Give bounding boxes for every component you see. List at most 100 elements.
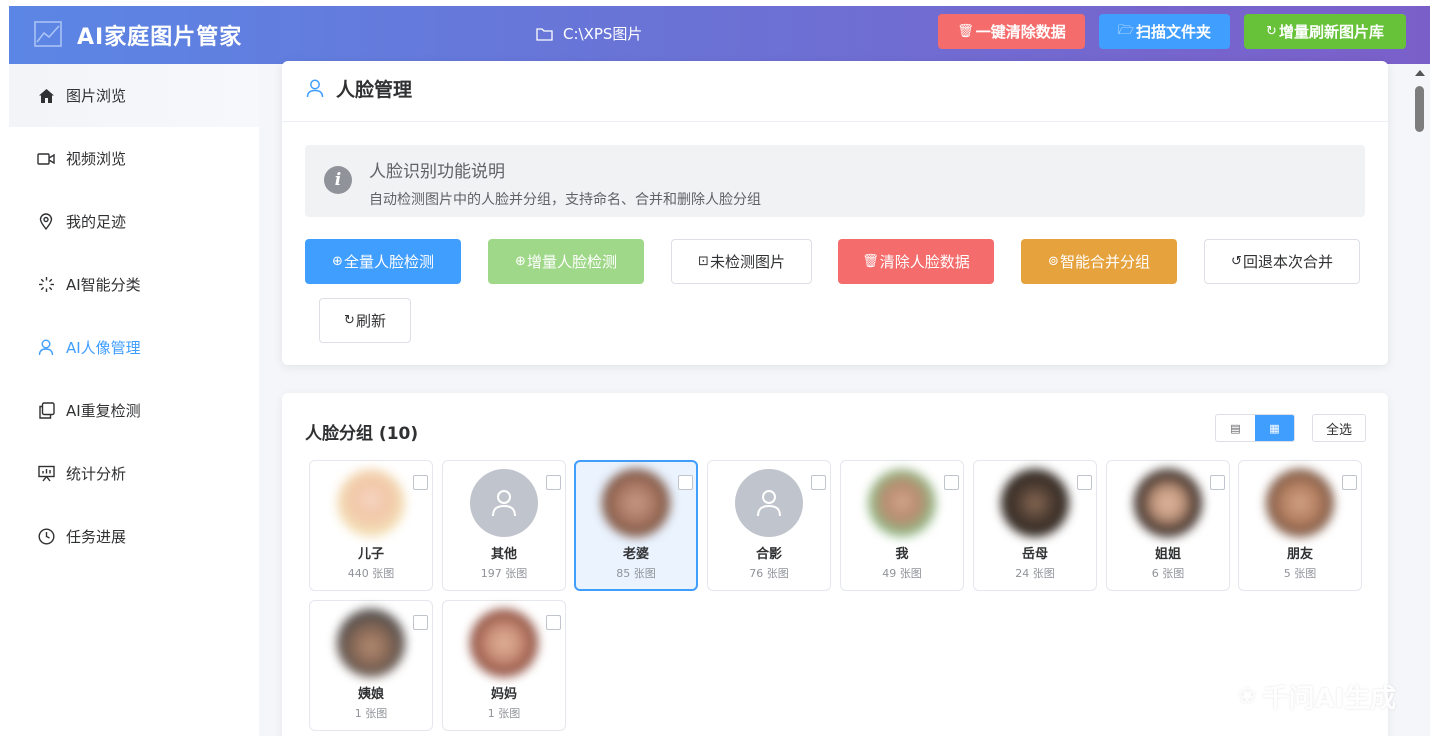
refresh-icon: ↻ — [1266, 24, 1277, 39]
sidebar-item-videos[interactable]: 视频浏览 — [9, 127, 259, 190]
grid-view-icon: ▦ — [1269, 421, 1280, 435]
select-checkbox[interactable] — [1077, 475, 1092, 490]
face-group-card[interactable]: 我 49 张图 — [840, 460, 964, 591]
group-name: 合影 — [755, 547, 782, 562]
select-checkbox[interactable] — [944, 475, 959, 490]
group-name: 姐姐 — [1154, 547, 1181, 562]
select-checkbox[interactable] — [546, 615, 561, 630]
scroll-thumb[interactable] — [1415, 86, 1424, 132]
full-face-detect-button[interactable]: ⊕ 全量人脸检测 — [305, 239, 461, 284]
info-description: 自动检测图片中的人脸并分组，支持命名、合并和删除人脸分组 — [369, 192, 761, 208]
sidebar-item-tasks[interactable]: 任务进展 — [9, 505, 259, 568]
current-folder-path[interactable]: C:\XPS图片 — [536, 23, 642, 44]
sidebar-item-duplicates[interactable]: AI重复检测 — [9, 379, 259, 442]
face-avatar — [1266, 469, 1334, 537]
clear-face-data-button[interactable]: 🗑 清除人脸数据 — [838, 239, 994, 284]
group-count: 1 张图 — [487, 707, 521, 720]
face-group-card[interactable]: 合影 76 张图 — [707, 460, 831, 591]
data-board-icon — [37, 465, 55, 483]
face-group-card[interactable]: 其他 197 张图 — [442, 460, 566, 591]
face-avatar — [1001, 469, 1069, 537]
chart-logo-icon — [34, 21, 62, 47]
top-header: AI家庭图片管家 C:\XPS图片 🗑 一键清除数据 🗁 扫描文件夹 ↻ 增量刷新图片… — [9, 6, 1430, 64]
info-alert: i 人脸识别功能说明 自动检测图片中的人脸并分组，支持命名、合并和删除人脸分组 — [305, 145, 1365, 217]
sidebar-item-label: 我的足迹 — [66, 213, 127, 231]
select-checkbox[interactable] — [413, 615, 428, 630]
face-avatar — [1134, 469, 1202, 537]
undo-merge-button[interactable]: ↺ 回退本次合并 — [1204, 239, 1360, 284]
connection-icon: ⊚ — [1048, 254, 1059, 269]
sidebar-item-footprints[interactable]: 我的足迹 — [9, 190, 259, 253]
sidebar-item-ai-classify[interactable]: AI智能分类 — [9, 253, 259, 316]
app-window: AI家庭图片管家 C:\XPS图片 🗑 一键清除数据 🗁 扫描文件夹 ↻ 增量刷新图片… — [9, 6, 1430, 736]
face-group-card[interactable]: 老婆 85 张图 — [574, 460, 698, 591]
face-group-card[interactable]: 儿子 440 张图 — [309, 460, 433, 591]
folder-path-text: C:\XPS图片 — [563, 25, 643, 43]
grid-view-button[interactable]: ▦ — [1255, 415, 1294, 441]
undetected-images-button[interactable]: ⊡ 未检测图片 — [671, 239, 812, 284]
group-count: 197 张图 — [480, 567, 528, 580]
group-name: 其他 — [490, 547, 517, 562]
select-checkbox[interactable] — [1210, 475, 1225, 490]
sidebar-item-label: 统计分析 — [66, 465, 127, 483]
sidebar-item-statistics[interactable]: 统计分析 — [9, 442, 259, 505]
button-label: 增量人脸检测 — [526, 253, 617, 271]
select-checkbox[interactable] — [811, 475, 826, 490]
trash-icon: 🗑 — [957, 24, 974, 39]
view-mode-toggle: ▤ ▦ — [1215, 414, 1295, 442]
incremental-face-detect-button[interactable]: ⊕ 增量人脸检测 — [488, 239, 644, 284]
select-checkbox[interactable] — [546, 475, 561, 490]
sidebar-item-photos[interactable]: 图片浏览 — [9, 64, 259, 127]
group-count: 6 张图 — [1151, 567, 1185, 580]
face-group-card[interactable]: 姐姐 6 张图 — [1106, 460, 1230, 591]
sidebar-item-label: 视频浏览 — [66, 150, 127, 168]
folder-icon — [536, 27, 553, 41]
list-view-icon: ▤ — [1230, 421, 1241, 435]
clear-all-data-button[interactable]: 🗑 一键清除数据 — [938, 14, 1085, 49]
button-label: 回退本次合并 — [1242, 253, 1333, 271]
scroll-up-arrow-icon[interactable] — [1415, 70, 1425, 76]
face-group-card[interactable]: 朋友 5 张图 — [1238, 460, 1362, 591]
trash-icon: 🗑 — [862, 254, 879, 269]
sidebar-item-ai-portrait[interactable]: AI人像管理 — [9, 316, 259, 379]
face-groups-panel: 人脸分组 (10) ▤ ▦ 全选 儿子 440 张图 其他 197 张图 老婆 … — [282, 393, 1388, 736]
face-avatar — [337, 609, 405, 677]
select-checkbox[interactable] — [678, 475, 693, 490]
user-icon — [306, 79, 324, 98]
group-count: 76 张图 — [749, 567, 789, 580]
face-groups-title: 人脸分组 (10) — [305, 424, 419, 444]
user-icon — [37, 339, 55, 357]
group-count: 85 张图 — [616, 567, 656, 580]
copy-icon — [37, 402, 55, 420]
face-group-card[interactable]: 妈妈 1 张图 — [442, 600, 566, 731]
select-all-button[interactable]: 全选 — [1312, 414, 1366, 442]
info-icon: i — [324, 166, 352, 194]
face-avatar — [735, 469, 803, 537]
video-camera-icon — [37, 150, 55, 168]
select-checkbox[interactable] — [413, 475, 428, 490]
group-name: 我 — [895, 547, 909, 562]
incremental-refresh-button[interactable]: ↻ 增量刷新图片库 — [1244, 14, 1406, 49]
info-title: 人脸识别功能说明 — [369, 162, 505, 182]
watermark: ❀ 千问AI生成 — [1238, 678, 1396, 715]
refresh-button[interactable]: ↻ 刷新 — [319, 298, 411, 343]
face-avatar — [337, 469, 405, 537]
group-count: 440 张图 — [347, 567, 395, 580]
vertical-scrollbar[interactable] — [1411, 64, 1430, 736]
group-count: 1 张图 — [354, 707, 388, 720]
loading-spinner-icon — [37, 276, 55, 294]
select-checkbox[interactable] — [1342, 475, 1357, 490]
face-group-card[interactable]: 姨娘 1 张图 — [309, 600, 433, 731]
scan-folder-button[interactable]: 🗁 扫描文件夹 — [1099, 14, 1230, 49]
group-count: 24 张图 — [1015, 567, 1055, 580]
face-avatar — [470, 609, 538, 677]
face-group-card[interactable]: 岳母 24 张图 — [973, 460, 1097, 591]
list-view-button[interactable]: ▤ — [1216, 415, 1255, 441]
group-name: 岳母 — [1021, 547, 1048, 562]
refresh-icon: ↻ — [344, 313, 355, 328]
smart-merge-groups-button[interactable]: ⊚ 智能合并分组 — [1021, 239, 1177, 284]
group-name: 妈妈 — [490, 687, 517, 702]
circle-plus-icon: ⊕ — [332, 254, 343, 269]
scan-folder-label: 扫描文件夹 — [1136, 23, 1212, 41]
button-label: 刷新 — [355, 312, 386, 330]
